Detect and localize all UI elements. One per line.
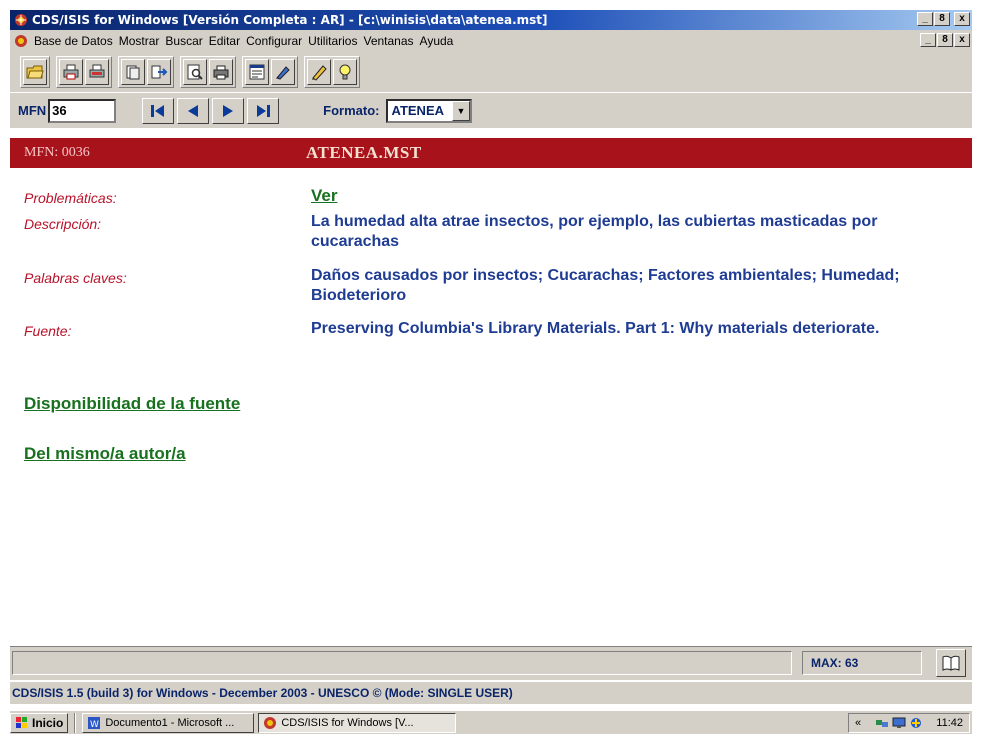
start-button[interactable]: Inicio bbox=[10, 712, 69, 733]
first-record-icon bbox=[151, 104, 165, 117]
menu-bar: Base de Datos Mostrar Buscar Editar Conf… bbox=[10, 30, 972, 52]
copy-button[interactable] bbox=[121, 59, 145, 85]
antivirus-icon[interactable] bbox=[909, 717, 923, 729]
child-close-button[interactable]: x bbox=[954, 33, 970, 47]
export-icon bbox=[151, 65, 168, 79]
monitor-icon[interactable] bbox=[892, 717, 906, 729]
network-icon[interactable] bbox=[875, 717, 889, 729]
next-record-icon bbox=[223, 104, 234, 117]
field-value-fuente: Preserving Columbia's Library Materials.… bbox=[311, 320, 880, 337]
task-label: CDS/ISIS for Windows [V... bbox=[281, 716, 414, 729]
mfn-label: MFN bbox=[18, 103, 47, 118]
form-icon bbox=[249, 64, 265, 80]
export-button[interactable] bbox=[147, 59, 171, 85]
book-button[interactable] bbox=[936, 649, 966, 677]
lightbulb-icon bbox=[339, 64, 351, 80]
print-icon bbox=[63, 64, 79, 80]
window-title: CDS/ISIS for Windows [Versión Completa :… bbox=[32, 13, 548, 27]
last-record-button[interactable] bbox=[247, 97, 280, 124]
taskbar: Inicio W Documento1 - Microsoft ... CDS/… bbox=[10, 710, 972, 734]
menu-base-de-datos[interactable]: Base de Datos bbox=[34, 34, 119, 48]
start-label: Inicio bbox=[32, 715, 64, 730]
navigation-bar: MFN Formato: ATENEA ▼ bbox=[10, 92, 972, 128]
print-preview-button[interactable] bbox=[85, 59, 109, 85]
previous-record-button[interactable] bbox=[177, 97, 210, 124]
find-icon bbox=[187, 64, 203, 80]
find-button[interactable] bbox=[183, 59, 207, 85]
isis-app-icon bbox=[264, 716, 277, 729]
field-label-descripcion: Descripción: bbox=[24, 216, 102, 232]
edit-pen-icon bbox=[276, 66, 290, 80]
book-icon bbox=[942, 655, 960, 671]
menu-buscar[interactable]: Buscar bbox=[165, 34, 208, 48]
format-label: Formato: bbox=[323, 103, 380, 118]
menu-editar[interactable]: Editar bbox=[209, 34, 246, 48]
same-author-link[interactable]: Del mismo/a autor/a bbox=[24, 444, 186, 464]
record-header: MFN: 0036 ATENEA.MST bbox=[10, 138, 972, 168]
task-word-document[interactable]: W Documento1 - Microsoft ... bbox=[82, 712, 255, 733]
pencil-button[interactable] bbox=[307, 59, 331, 85]
edit-record-button[interactable] bbox=[271, 59, 295, 85]
word-document-icon: W bbox=[88, 716, 101, 730]
format-select[interactable]: ATENEA ▼ bbox=[385, 98, 472, 123]
record-display: Problemáticas: Ver Descripción: La humed… bbox=[10, 168, 972, 638]
toolbar bbox=[10, 52, 972, 92]
next-record-button[interactable] bbox=[212, 97, 245, 124]
help-lightbulb-button[interactable] bbox=[333, 59, 357, 85]
last-record-icon bbox=[257, 104, 271, 117]
print-preview-icon bbox=[89, 64, 105, 78]
menu-ayuda[interactable]: Ayuda bbox=[420, 34, 460, 48]
record-mfn: MFN: 0036 bbox=[24, 145, 90, 160]
child-restore-button[interactable]: 8 bbox=[937, 33, 953, 47]
status-bar: MAX: 63 bbox=[10, 646, 972, 680]
system-tray: « 11:42 bbox=[848, 713, 970, 733]
menu-mostrar[interactable]: Mostrar bbox=[119, 34, 166, 48]
status-message-field bbox=[12, 651, 792, 675]
format-value: ATENEA bbox=[391, 103, 444, 118]
task-label: Documento1 - Microsoft ... bbox=[105, 716, 235, 729]
isis-app-icon bbox=[15, 14, 27, 26]
document-menu-icon[interactable] bbox=[14, 34, 28, 48]
close-button[interactable]: x bbox=[954, 12, 970, 26]
version-info: CDS/ISIS 1.5 (build 3) for Windows - Dec… bbox=[10, 682, 972, 704]
copy-icon bbox=[126, 65, 140, 80]
clock: 11:42 bbox=[936, 717, 963, 729]
svg-text:W: W bbox=[90, 720, 99, 730]
field-label-fuente: Fuente: bbox=[24, 323, 72, 339]
window-title-bar[interactable]: CDS/ISIS for Windows [Versión Completa :… bbox=[10, 10, 972, 30]
chevron-down-icon[interactable]: ▼ bbox=[452, 100, 470, 121]
first-record-button[interactable] bbox=[142, 97, 175, 124]
menu-utilitarios[interactable]: Utilitarios bbox=[308, 34, 363, 48]
printer-icon bbox=[213, 65, 229, 80]
windows-logo-icon bbox=[16, 716, 27, 728]
pencil-icon bbox=[312, 65, 327, 81]
menu-configurar[interactable]: Configurar bbox=[246, 34, 308, 48]
field-value-descripcion: La humedad alta atrae insectos, por ejem… bbox=[311, 213, 878, 250]
form-button[interactable] bbox=[245, 59, 269, 85]
previous-record-icon bbox=[188, 104, 199, 117]
mfn-input[interactable] bbox=[48, 98, 117, 123]
ver-link[interactable]: Ver bbox=[311, 186, 337, 206]
open-database-button[interactable] bbox=[23, 59, 47, 85]
maximize-button[interactable]: 8 bbox=[934, 12, 950, 26]
minimize-button[interactable]: _ bbox=[917, 12, 933, 26]
source-availability-link[interactable]: Disponibilidad de la fuente bbox=[24, 394, 240, 414]
database-name: ATENEA.MST bbox=[306, 143, 422, 162]
child-minimize-button[interactable]: _ bbox=[920, 33, 936, 47]
field-label-problematicas: Problemáticas: bbox=[24, 190, 117, 206]
field-label-palabras-claves: Palabras claves: bbox=[24, 270, 127, 286]
open-folder-icon bbox=[26, 65, 44, 79]
task-cds-isis[interactable]: CDS/ISIS for Windows [V... bbox=[258, 712, 457, 733]
menu-ventanas[interactable]: Ventanas bbox=[363, 34, 419, 48]
field-value-palabras-claves: Daños causados por insectos; Cucarachas;… bbox=[311, 267, 900, 304]
max-records-indicator: MAX: 63 bbox=[802, 651, 922, 675]
print-button[interactable] bbox=[59, 59, 83, 85]
tray-expand-icon[interactable]: « bbox=[855, 717, 861, 729]
printer-button[interactable] bbox=[209, 59, 233, 85]
